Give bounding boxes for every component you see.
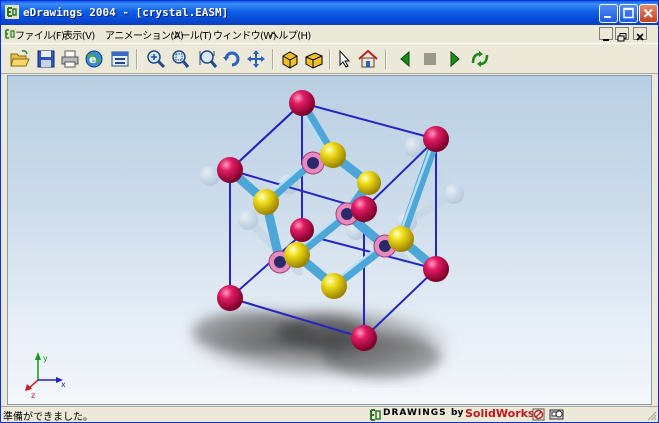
brand-drawings: DRAWINGS [383,408,447,418]
minimize-button[interactable] [599,4,618,23]
menu-help[interactable]: ヘルプ(H) [269,27,311,42]
toolbar: e [1,43,658,74]
doc-close-button[interactable] [633,27,647,41]
maximize-button[interactable] [619,4,638,23]
open-icon[interactable] [9,48,31,70]
resize-grip-icon[interactable] [646,410,657,421]
play-icon[interactable] [443,48,465,70]
save-icon[interactable] [35,48,57,70]
status-text: 準備ができました。 [3,412,93,423]
axis-triad-icon: y x z [25,352,66,400]
stop-icon[interactable] [419,48,441,70]
print-icon[interactable] [59,48,81,70]
continuous-play-icon[interactable] [469,48,491,70]
svg-text:y: y [43,354,48,363]
zoom-area-icon[interactable] [169,48,191,70]
zoom-in-icon[interactable] [145,48,167,70]
menu-file[interactable]: ファイル(F) [15,27,65,42]
home-icon[interactable] [357,48,379,70]
svg-text:e: e [89,53,96,66]
web-icon[interactable]: e [83,48,105,70]
menu-tools[interactable]: ツール(T) [171,27,212,42]
3d-viewport[interactable]: y x z [7,75,652,405]
previous-icon[interactable] [395,48,417,70]
svg-text:z: z [31,391,35,400]
menu-window[interactable]: ウィンドウ(W) [213,27,276,42]
doc-minimize-button[interactable] [599,27,613,41]
doc-restore-button[interactable] [615,27,629,42]
brand-by: by [451,408,464,418]
pan-icon[interactable] [245,48,267,70]
toolbar-separator [385,49,387,69]
zoom-fit-icon[interactable] [197,48,219,70]
crystal-model[interactable]: y x z [8,76,651,404]
print-preview-icon[interactable] [549,408,565,421]
model-shadow [187,304,457,380]
brand-solidworks: SolidWorks [465,407,535,420]
select-icon[interactable] [333,48,355,70]
app-window: eDrawings 2004 - [crystal.EASM] ファイル(F) … [0,0,659,423]
edrawings-logo-icon [370,409,381,421]
toolbar-separator [136,49,138,69]
perspective-icon[interactable] [303,48,325,70]
rotate-icon[interactable] [221,48,243,70]
shaded-icon[interactable] [279,48,301,70]
svg-text:x: x [61,380,66,389]
no-markup-icon[interactable] [532,408,545,421]
send-icon[interactable] [109,48,131,70]
close-button[interactable] [639,4,658,23]
menu-view[interactable]: 表示(V) [63,27,95,42]
window-title: eDrawings 2004 - [crystal.EASM] [23,6,229,19]
title-bar[interactable]: eDrawings 2004 - [crystal.EASM] [1,1,658,25]
edrawings-app-icon[interactable] [5,5,19,19]
toolbar-separator [272,49,274,69]
menu-bar: ファイル(F) 表示(V) アニメーション(A) ツール(T) ウィンドウ(W)… [1,25,658,43]
status-bar: 準備ができました。 DRAWINGS by SolidWorks [1,406,658,423]
toolbar-separator [329,49,331,69]
